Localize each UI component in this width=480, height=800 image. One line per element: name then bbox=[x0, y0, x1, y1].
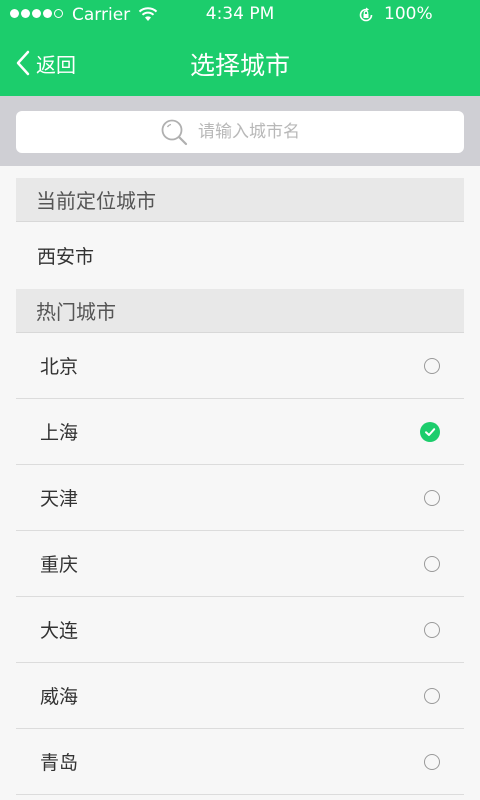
page-title: 选择城市 bbox=[189, 51, 290, 80]
hot-cities-list: 北京上海天津重庆大连威海青岛 bbox=[16, 333, 464, 795]
search-input[interactable] bbox=[196, 121, 320, 143]
city-name: 重庆 bbox=[40, 554, 79, 576]
current-location-city[interactable]: 西安市 bbox=[16, 222, 464, 289]
city-list-item[interactable]: 天津 bbox=[16, 465, 464, 531]
status-bar: Carrier 4:34 PM 100% bbox=[0, 0, 480, 30]
current-location-header: 当前定位城市 bbox=[16, 178, 464, 222]
city-list: 当前定位城市 西安市 热门城市 北京上海天津重庆大连威海青岛 bbox=[16, 178, 464, 795]
radio-checked-icon[interactable] bbox=[420, 421, 440, 442]
rotation-lock-icon bbox=[359, 7, 373, 22]
hot-cities-header: 热门城市 bbox=[16, 289, 464, 333]
radio-unchecked-icon[interactable] bbox=[424, 555, 440, 572]
radio-unchecked-icon[interactable] bbox=[424, 687, 440, 704]
radio-unchecked-icon[interactable] bbox=[424, 357, 440, 374]
radio-unchecked-icon[interactable] bbox=[424, 753, 440, 770]
city-list-item[interactable]: 北京 bbox=[16, 333, 464, 399]
city-list-item[interactable]: 青岛 bbox=[16, 729, 464, 795]
city-list-item[interactable]: 大连 bbox=[16, 597, 464, 663]
radio-unchecked-icon[interactable] bbox=[424, 489, 440, 506]
city-list-item[interactable]: 重庆 bbox=[16, 531, 464, 597]
city-name: 大连 bbox=[40, 620, 79, 642]
battery-level: 100% bbox=[384, 4, 433, 24]
city-list-item[interactable]: 上海 bbox=[16, 399, 464, 465]
navigation-bar: 返回 选择城市 bbox=[0, 30, 480, 96]
city-picker-screen: Carrier 4:34 PM 100% 返回 选择城市 请输入城市名 当前定位… bbox=[0, 0, 480, 800]
top-bar: Carrier 4:34 PM 100% 返回 选择城市 bbox=[0, 0, 480, 96]
city-list-item[interactable]: 威海 bbox=[16, 663, 464, 729]
search-box[interactable] bbox=[16, 111, 464, 153]
search-icon bbox=[161, 119, 188, 146]
radio-unchecked-icon[interactable] bbox=[424, 621, 440, 638]
search-bar-area bbox=[0, 96, 480, 166]
city-name: 天津 bbox=[40, 488, 79, 510]
city-name: 上海 bbox=[40, 422, 79, 444]
city-name: 北京 bbox=[40, 356, 79, 378]
city-name: 威海 bbox=[40, 686, 79, 708]
city-name: 青岛 bbox=[40, 752, 79, 774]
